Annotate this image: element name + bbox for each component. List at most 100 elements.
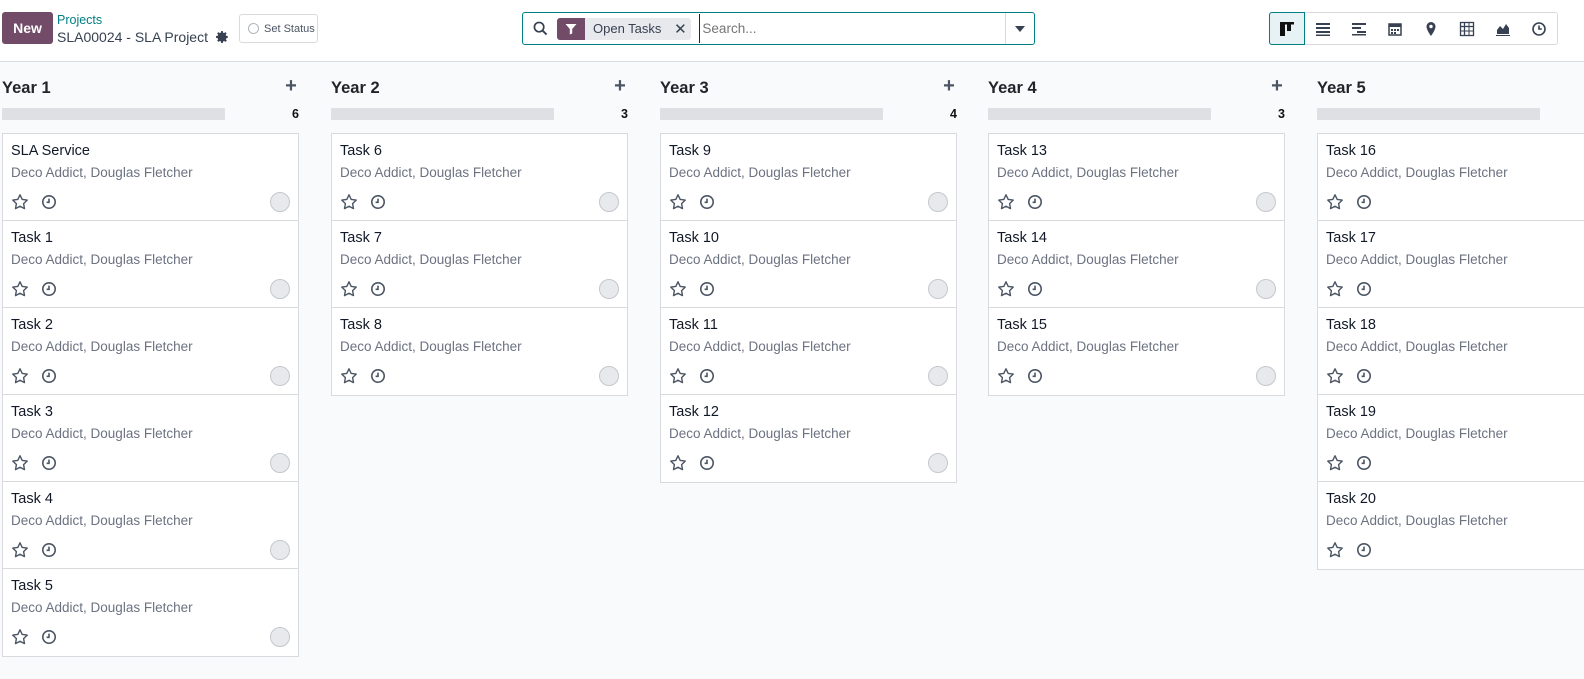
kanban-card[interactable]: Task 11 Deco Addict, Douglas Fletcher [661,308,956,395]
star-icon[interactable] [669,193,687,211]
pivot-view-button[interactable] [1449,13,1485,44]
clock-icon[interactable] [1356,368,1372,384]
clock-icon[interactable] [41,368,57,384]
clock-icon[interactable] [41,542,57,558]
kanban-state-icon[interactable] [270,540,290,560]
star-icon[interactable] [340,367,358,385]
clock-icon[interactable] [1027,368,1043,384]
star-icon[interactable] [669,367,687,385]
gear-icon[interactable] [215,30,229,44]
kanban-state-icon[interactable] [928,279,948,299]
gantt-view-button[interactable] [1341,13,1377,44]
clock-icon[interactable] [1356,455,1372,471]
star-icon[interactable] [1326,541,1344,559]
clock-icon[interactable] [1356,194,1372,210]
column-progress-bar[interactable] [2,108,225,120]
close-icon[interactable]: ✕ [669,18,691,40]
star-icon[interactable] [340,280,358,298]
kanban-card[interactable]: Task 15 Deco Addict, Douglas Fletcher [989,308,1284,395]
kanban-card[interactable]: Task 10 Deco Addict, Douglas Fletcher [661,221,956,308]
breadcrumb-projects-link[interactable]: Projects [57,13,229,27]
star-icon[interactable] [997,280,1015,298]
kanban-view-button[interactable] [1269,12,1305,45]
clock-icon[interactable] [370,194,386,210]
kanban-state-icon[interactable] [1256,366,1276,386]
kanban-card[interactable]: Task 2 Deco Addict, Douglas Fletcher [3,308,298,395]
kanban-state-icon[interactable] [599,366,619,386]
kanban-state-icon[interactable] [270,279,290,299]
clock-icon[interactable] [41,629,57,645]
column-title[interactable]: Year 1 [2,79,51,98]
kanban-state-icon[interactable] [928,192,948,212]
add-card-icon[interactable]: + [1269,76,1285,96]
kanban-card[interactable]: Task 6 Deco Addict, Douglas Fletcher [332,134,627,221]
star-icon[interactable] [1326,280,1344,298]
column-progress-bar[interactable] [660,108,883,120]
kanban-card[interactable]: Task 19 Deco Addict, Douglas Fletcher [1318,395,1584,482]
column-title[interactable]: Year 2 [331,79,380,98]
kanban-state-icon[interactable] [599,279,619,299]
star-icon[interactable] [11,628,29,646]
star-icon[interactable] [11,193,29,211]
kanban-state-icon[interactable] [1256,279,1276,299]
star-icon[interactable] [11,541,29,559]
kanban-state-icon[interactable] [270,366,290,386]
search-options-toggle[interactable] [1005,13,1034,44]
column-title[interactable]: Year 3 [660,79,709,98]
map-view-button[interactable] [1413,13,1449,44]
kanban-card[interactable]: Task 9 Deco Addict, Douglas Fletcher [661,134,956,221]
kanban-card[interactable]: Task 14 Deco Addict, Douglas Fletcher [989,221,1284,308]
star-icon[interactable] [340,193,358,211]
clock-icon[interactable] [370,281,386,297]
column-progress-bar[interactable] [331,108,554,120]
add-card-icon[interactable]: + [941,76,957,96]
star-icon[interactable] [11,454,29,472]
kanban-card[interactable]: Task 4 Deco Addict, Douglas Fletcher [3,482,298,569]
kanban-state-icon[interactable] [270,627,290,647]
kanban-state-icon[interactable] [270,453,290,473]
kanban-card[interactable]: SLA Service Deco Addict, Douglas Fletcher [3,134,298,221]
set-status-button[interactable]: Set Status [239,14,318,43]
kanban-card[interactable]: Task 7 Deco Addict, Douglas Fletcher [332,221,627,308]
add-card-icon[interactable]: + [612,76,628,96]
graph-view-button[interactable] [1485,13,1521,44]
star-icon[interactable] [669,454,687,472]
clock-icon[interactable] [1027,194,1043,210]
clock-icon[interactable] [699,368,715,384]
calendar-view-button[interactable] [1377,13,1413,44]
kanban-state-icon[interactable] [928,366,948,386]
kanban-card[interactable]: Task 5 Deco Addict, Douglas Fletcher [3,569,298,656]
kanban-card[interactable]: Task 12 Deco Addict, Douglas Fletcher [661,395,956,482]
star-icon[interactable] [1326,454,1344,472]
kanban-card[interactable]: Task 17 Deco Addict, Douglas Fletcher [1318,221,1584,308]
kanban-state-icon[interactable] [928,453,948,473]
clock-icon[interactable] [1027,281,1043,297]
star-icon[interactable] [1326,367,1344,385]
kanban-state-icon[interactable] [599,192,619,212]
list-view-button[interactable] [1305,13,1341,44]
clock-icon[interactable] [41,194,57,210]
star-icon[interactable] [997,193,1015,211]
kanban-card[interactable]: Task 1 Deco Addict, Douglas Fletcher [3,221,298,308]
clock-icon[interactable] [41,281,57,297]
kanban-state-icon[interactable] [270,192,290,212]
search-icon[interactable] [523,13,557,44]
star-icon[interactable] [997,367,1015,385]
column-progress-bar[interactable] [1317,108,1540,120]
kanban-card[interactable]: Task 13 Deco Addict, Douglas Fletcher [989,134,1284,221]
kanban-card[interactable]: Task 16 Deco Addict, Douglas Fletcher [1318,134,1584,221]
clock-icon[interactable] [699,281,715,297]
column-progress-bar[interactable] [988,108,1211,120]
clock-icon[interactable] [1356,542,1372,558]
search-input[interactable] [699,14,1005,43]
star-icon[interactable] [11,280,29,298]
clock-icon[interactable] [41,455,57,471]
clock-icon[interactable] [699,455,715,471]
star-icon[interactable] [669,280,687,298]
column-title[interactable]: Year 4 [988,79,1037,98]
column-title[interactable]: Year 5 [1317,79,1366,98]
clock-icon[interactable] [1356,281,1372,297]
star-icon[interactable] [11,367,29,385]
add-card-icon[interactable]: + [283,76,299,96]
clock-icon[interactable] [370,368,386,384]
